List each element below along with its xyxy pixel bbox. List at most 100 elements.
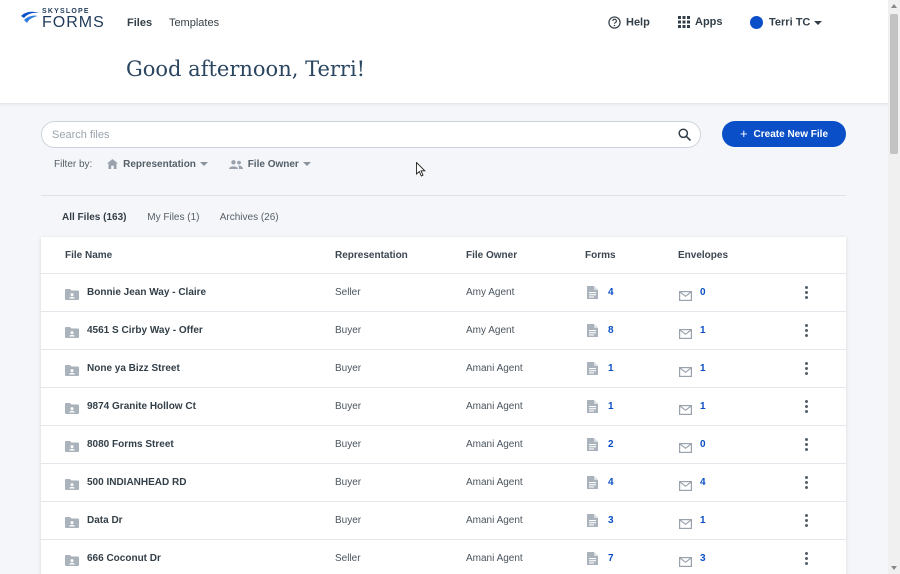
- more-options-icon[interactable]: [805, 438, 808, 453]
- brand-big-text: FORMS: [42, 14, 105, 31]
- column-representation[interactable]: Representation: [335, 250, 408, 261]
- file-name[interactable]: 500 INDIANHEAD RD: [87, 477, 186, 488]
- filter-bar: Filter by: Representation File Owner: [54, 159, 329, 170]
- representation-value: Buyer: [335, 477, 362, 488]
- forms-count[interactable]: 7: [608, 553, 614, 564]
- folder-user-icon: [65, 363, 79, 381]
- file-name[interactable]: Bonnie Jean Way - Claire: [87, 287, 206, 298]
- file-name[interactable]: 666 Coconut Dr: [87, 553, 161, 564]
- search-icon[interactable]: [678, 128, 691, 141]
- file-owner-value: Amani Agent: [466, 363, 523, 374]
- more-options-icon[interactable]: [805, 476, 808, 491]
- envelopes-count[interactable]: 1: [700, 363, 706, 374]
- scroll-down-icon[interactable]: [891, 566, 897, 570]
- column-forms[interactable]: Forms: [585, 250, 616, 261]
- forms-count[interactable]: 8: [608, 325, 614, 336]
- filter-file-owner[interactable]: File Owner: [228, 159, 311, 170]
- file-owner-value: Amani Agent: [466, 553, 523, 564]
- file-owner-value: Amani Agent: [466, 439, 523, 450]
- file-owner-value: Amy Agent: [466, 287, 515, 298]
- table-row[interactable]: Data Dr Buyer Amani Agent 3 1: [41, 502, 846, 540]
- more-options-icon[interactable]: [805, 552, 808, 567]
- chevron-down-icon: [814, 20, 823, 25]
- more-options-icon[interactable]: [805, 324, 808, 339]
- forms-count[interactable]: 4: [608, 477, 614, 488]
- apps-button[interactable]: Apps: [678, 16, 723, 29]
- column-file-owner[interactable]: File Owner: [466, 250, 517, 261]
- envelopes-count[interactable]: 3: [700, 553, 706, 564]
- file-name[interactable]: None ya Bizz Street: [87, 363, 180, 374]
- table-row[interactable]: 666 Coconut Dr Seller Amani Agent 7 3: [41, 540, 846, 574]
- table-row[interactable]: 500 INDIANHEAD RD Buyer Amani Agent 4 4: [41, 464, 846, 502]
- apps-label: Apps: [695, 16, 723, 28]
- forms-count[interactable]: 2: [608, 439, 614, 450]
- envelope-icon: [679, 326, 693, 344]
- people-icon: [228, 160, 243, 169]
- folder-user-icon: [65, 515, 79, 533]
- table-row[interactable]: 9874 Granite Hollow Ct Buyer Amani Agent 1 1: [41, 388, 846, 426]
- document-icon: [587, 514, 598, 532]
- forms-count[interactable]: 1: [608, 401, 614, 412]
- column-file-name[interactable]: File Name: [65, 250, 112, 261]
- representation-value: Buyer: [335, 515, 362, 526]
- file-name[interactable]: 8080 Forms Street: [87, 439, 174, 450]
- document-icon: [587, 400, 598, 418]
- filter-file-owner-label: File Owner: [247, 159, 299, 170]
- user-name: Terri TC: [769, 16, 811, 29]
- nav-templates[interactable]: Templates: [169, 17, 219, 29]
- forms-count[interactable]: 1: [608, 363, 614, 374]
- envelopes-count[interactable]: 0: [700, 439, 706, 450]
- more-options-icon[interactable]: [805, 514, 808, 529]
- document-icon: [587, 286, 598, 304]
- more-options-icon[interactable]: [805, 400, 808, 415]
- table-row[interactable]: 4561 S Cirby Way - Offer Buyer Amy Agent 8 1: [41, 312, 846, 350]
- create-new-file-button[interactable]: + Create New File: [722, 121, 846, 147]
- tab-all-files[interactable]: All Files (163): [62, 212, 126, 223]
- forms-count[interactable]: 3: [608, 515, 614, 526]
- table-row[interactable]: None ya Bizz Street Buyer Amani Agent 1 1: [41, 350, 846, 388]
- envelopes-count[interactable]: 0: [700, 287, 706, 298]
- scrollbar-thumb[interactable]: [890, 14, 898, 154]
- file-owner-value: Amani Agent: [466, 477, 523, 488]
- tab-archives[interactable]: Archives (26): [220, 212, 279, 223]
- user-menu[interactable]: Terri TC: [750, 16, 823, 29]
- search-bar: [41, 121, 701, 148]
- envelope-icon: [679, 402, 693, 420]
- nav-files[interactable]: Files: [127, 17, 152, 29]
- envelope-icon: [679, 364, 693, 382]
- forms-count[interactable]: 4: [608, 287, 614, 298]
- apps-grid-icon: [678, 16, 690, 29]
- document-icon: [587, 476, 598, 494]
- filter-label: Filter by:: [54, 159, 93, 170]
- table-row[interactable]: 8080 Forms Street Buyer Amani Agent 2 0: [41, 426, 846, 464]
- envelope-icon: [679, 554, 693, 572]
- help-circle-icon: [608, 16, 621, 29]
- table-row[interactable]: Bonnie Jean Way - Claire Seller Amy Agent 4…: [41, 274, 846, 312]
- envelopes-count[interactable]: 1: [700, 325, 706, 336]
- envelopes-count[interactable]: 4: [700, 477, 706, 488]
- file-name[interactable]: 4561 S Cirby Way - Offer: [87, 325, 203, 336]
- file-name[interactable]: Data Dr: [87, 515, 123, 526]
- scroll-up-icon[interactable]: [891, 4, 897, 8]
- section-divider: [41, 195, 846, 196]
- more-options-icon[interactable]: [805, 362, 808, 377]
- mouse-cursor-icon: [416, 162, 426, 177]
- envelopes-count[interactable]: 1: [700, 515, 706, 526]
- search-input[interactable]: [52, 126, 652, 144]
- filter-representation[interactable]: Representation: [107, 159, 211, 170]
- help-button[interactable]: Help: [608, 16, 650, 29]
- page-scrollbar[interactable]: [888, 0, 900, 574]
- tab-my-files[interactable]: My Files (1): [147, 212, 199, 223]
- column-envelopes[interactable]: Envelopes: [678, 250, 728, 261]
- representation-value: Buyer: [335, 439, 362, 450]
- envelopes-count[interactable]: 1: [700, 401, 706, 412]
- more-options-icon[interactable]: [805, 286, 808, 301]
- representation-value: Seller: [335, 287, 361, 298]
- create-new-file-label: Create New File: [753, 129, 829, 140]
- file-name[interactable]: 9874 Granite Hollow Ct: [87, 401, 196, 412]
- document-icon: [587, 552, 598, 570]
- filter-representation-label: Representation: [123, 159, 196, 170]
- representation-value: Seller: [335, 553, 361, 564]
- file-owner-value: Amy Agent: [466, 325, 515, 336]
- main-nav: Files Templates: [127, 17, 233, 29]
